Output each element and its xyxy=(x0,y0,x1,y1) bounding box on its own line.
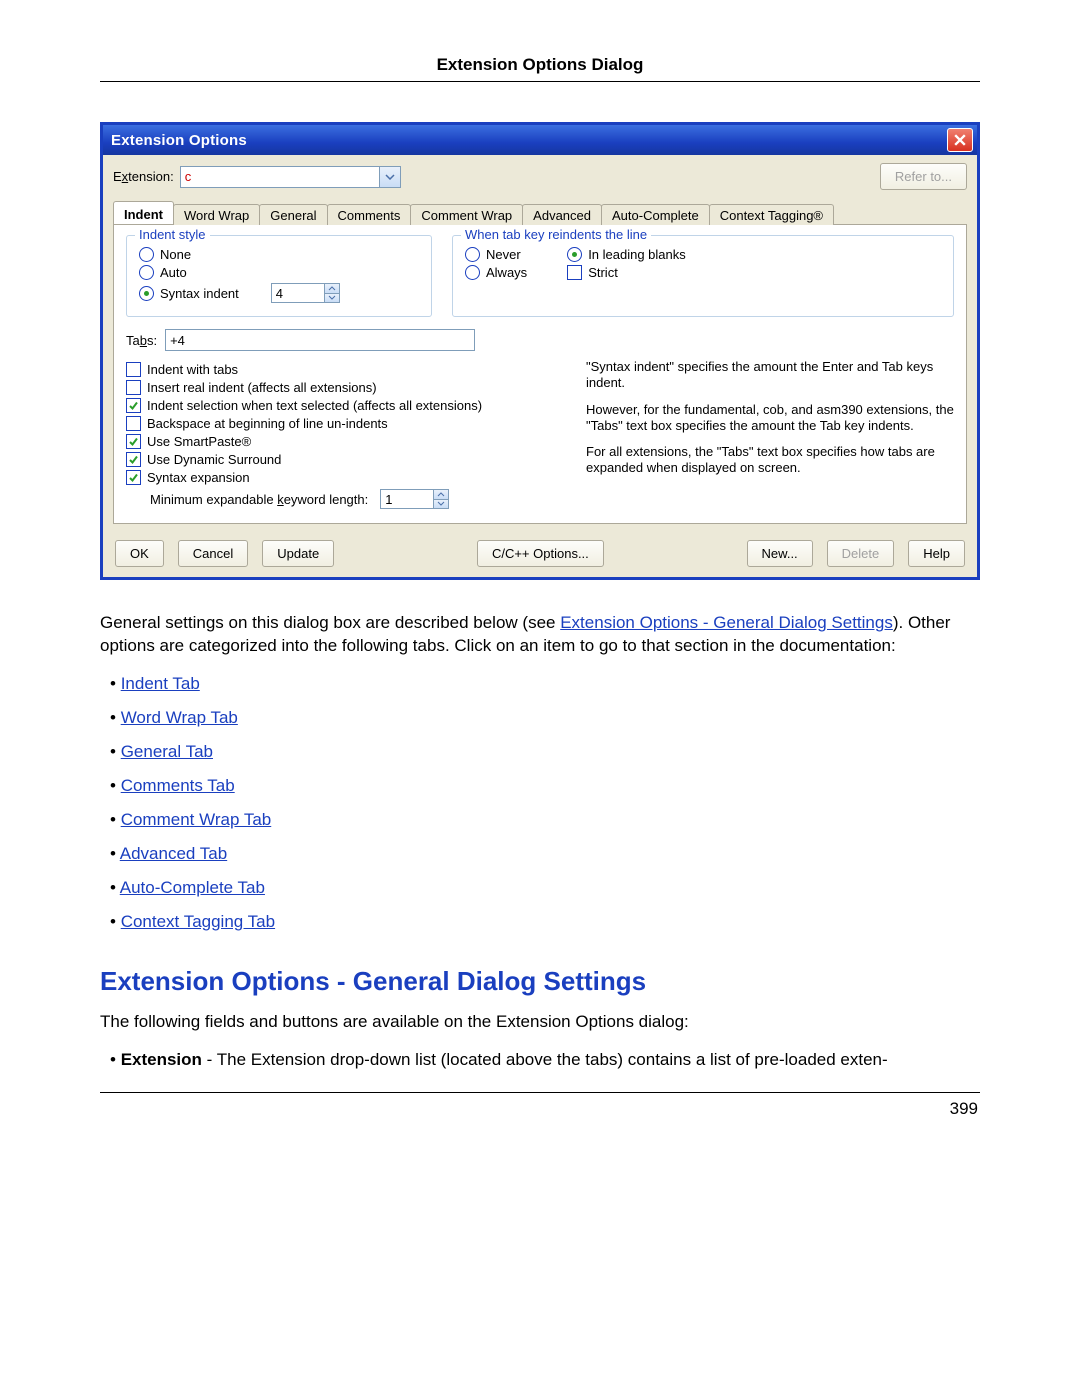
checkbox-smartpaste[interactable]: Use SmartPaste® xyxy=(126,434,566,449)
checkbox-syntax-expansion[interactable]: Syntax expansion xyxy=(126,470,566,485)
indent-tab-panel: Indent style None Auto Syntax indent xyxy=(113,224,967,524)
group-indent-style: Indent style xyxy=(135,227,210,242)
tabs-input[interactable] xyxy=(165,329,475,351)
tab-context-tagging[interactable]: Context Tagging® xyxy=(709,204,834,225)
radio-leading-blanks[interactable]: In leading blanks xyxy=(567,247,686,262)
tab-advanced[interactable]: Advanced xyxy=(522,204,602,225)
link-context-tagging-tab[interactable]: Context Tagging Tab xyxy=(121,912,275,931)
min-keyword-label: Minimum expandable keyword length: xyxy=(150,492,368,507)
section-heading: Extension Options - General Dialog Setti… xyxy=(100,966,980,997)
radio-none[interactable]: None xyxy=(139,247,419,262)
dialog-title: Extension Options xyxy=(111,132,247,149)
tab-auto-complete[interactable]: Auto-Complete xyxy=(601,204,710,225)
tab-general[interactable]: General xyxy=(259,204,327,225)
tabs-label: Tabs: xyxy=(126,333,157,348)
link-comments-tab[interactable]: Comments Tab xyxy=(121,776,235,795)
link-auto-complete-tab[interactable]: Auto-Complete Tab xyxy=(120,878,265,897)
tab-comment-wrap[interactable]: Comment Wrap xyxy=(410,204,523,225)
delete-button[interactable]: Delete xyxy=(827,540,895,567)
tab-link-list: Indent Tab Word Wrap Tab General Tab Com… xyxy=(110,674,980,932)
cancel-button[interactable]: Cancel xyxy=(178,540,248,567)
checkbox-indent-with-tabs[interactable]: Indent with tabs xyxy=(126,362,566,377)
link-comment-wrap-tab[interactable]: Comment Wrap Tab xyxy=(121,810,272,829)
chevron-down-icon[interactable] xyxy=(434,499,448,509)
link-indent-tab[interactable]: Indent Tab xyxy=(121,674,200,693)
checkbox-dynamic-surround[interactable]: Use Dynamic Surround xyxy=(126,452,566,467)
min-keyword-spinner[interactable] xyxy=(380,489,449,509)
chevron-up-icon[interactable] xyxy=(434,490,448,499)
header-rule xyxy=(100,81,980,82)
extension-field-bullet: Extension - The Extension drop-down list… xyxy=(110,1050,980,1070)
checkbox-insert-real-indent[interactable]: Insert real indent (affects all extensio… xyxy=(126,380,566,395)
link-word-wrap-tab[interactable]: Word Wrap Tab xyxy=(121,708,238,727)
chevron-up-icon[interactable] xyxy=(325,284,339,293)
extension-options-dialog: Extension Options Extension: Refer to... xyxy=(100,122,980,580)
intro-paragraph: General settings on this dialog box are … xyxy=(100,612,980,658)
tab-comments[interactable]: Comments xyxy=(327,204,412,225)
checkbox-indent-selection[interactable]: Indent selection when text selected (aff… xyxy=(126,398,566,413)
help-text: "Syntax indent" specifies the amount the… xyxy=(586,359,954,509)
chevron-down-icon[interactable] xyxy=(325,293,339,303)
link-general-dialog-settings[interactable]: Extension Options - General Dialog Setti… xyxy=(560,613,893,632)
close-icon[interactable] xyxy=(947,128,973,152)
new-button[interactable]: New... xyxy=(747,540,813,567)
radio-syntax-indent[interactable]: Syntax indent xyxy=(139,283,419,303)
footer-rule xyxy=(100,1092,980,1093)
lang-options-button[interactable]: C/C++ Options... xyxy=(477,540,604,567)
checkbox-backspace-unindent[interactable]: Backspace at beginning of line un-indent… xyxy=(126,416,566,431)
group-reindent: When tab key reindents the line xyxy=(461,227,651,242)
chevron-down-icon[interactable] xyxy=(380,166,401,188)
ok-button[interactable]: OK xyxy=(115,540,164,567)
page-header-title: Extension Options Dialog xyxy=(100,55,980,81)
refer-to-button[interactable]: Refer to... xyxy=(880,163,967,190)
page-number: 399 xyxy=(100,1099,980,1119)
dialog-button-bar: OK Cancel Update C/C++ Options... New...… xyxy=(103,530,977,577)
update-button[interactable]: Update xyxy=(262,540,334,567)
extension-combo[interactable] xyxy=(180,166,401,188)
tab-indent[interactable]: Indent xyxy=(113,201,174,224)
radio-auto[interactable]: Auto xyxy=(139,265,419,280)
tab-strip: Indent Word Wrap General Comments Commen… xyxy=(113,200,967,224)
tab-word-wrap[interactable]: Word Wrap xyxy=(173,204,260,225)
checkbox-strict[interactable]: Strict xyxy=(567,265,686,280)
section-intro: The following fields and buttons are ava… xyxy=(100,1011,980,1034)
extension-input[interactable] xyxy=(180,166,380,188)
link-advanced-tab[interactable]: Advanced Tab xyxy=(120,844,227,863)
syntax-indent-spinner[interactable] xyxy=(271,283,340,303)
radio-always[interactable]: Always xyxy=(465,265,527,280)
link-general-tab[interactable]: General Tab xyxy=(121,742,213,761)
radio-never[interactable]: Never xyxy=(465,247,527,262)
dialog-titlebar: Extension Options xyxy=(103,125,977,155)
help-button[interactable]: Help xyxy=(908,540,965,567)
extension-label: Extension: xyxy=(113,169,174,184)
